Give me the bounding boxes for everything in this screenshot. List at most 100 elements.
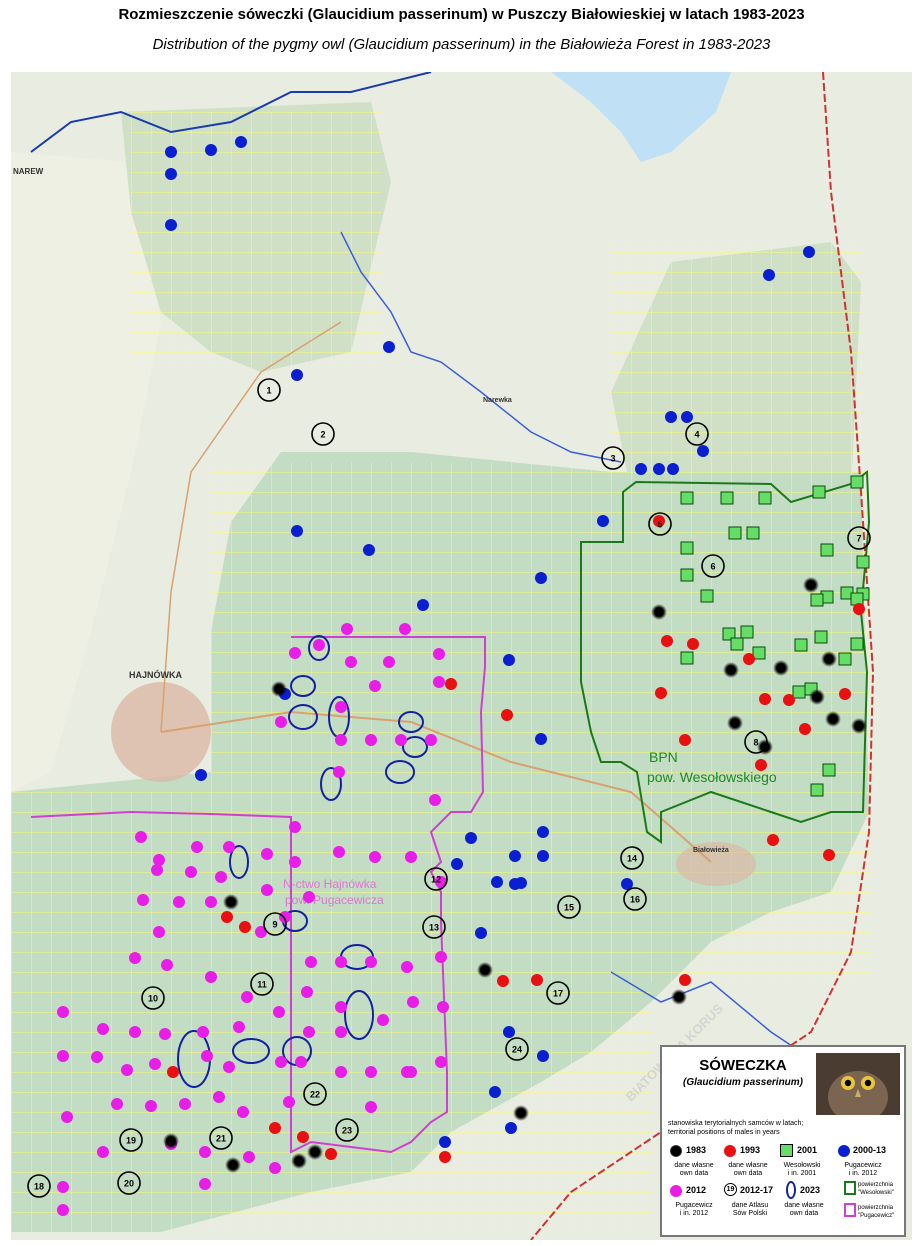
marker-2000-13-22: [535, 733, 547, 745]
marker-2001-3: [812, 485, 826, 499]
marker-2012-71: [275, 1056, 287, 1068]
atlas-site-label-18: 18: [34, 1182, 44, 1192]
marker-1983-1: [651, 604, 667, 620]
marker-2012-18: [135, 831, 147, 843]
marker-2000-13-11: [697, 445, 709, 457]
marker-2001-9: [856, 555, 870, 569]
marker-2012-8: [275, 716, 287, 728]
legend-label-2000-13: 2000-13: [853, 1145, 887, 1155]
marker-1993-7: [501, 709, 513, 721]
marker-2012-43: [435, 951, 447, 963]
marker-1993-3: [853, 603, 865, 615]
legend-note-1993: dane własne own data: [728, 1162, 768, 1177]
legend-label-2023: 2023: [800, 1185, 821, 1195]
marker-2000-13-26: [509, 850, 521, 862]
legend-note-2023: dane własne own data: [784, 1202, 824, 1217]
atlas-site-label-16: 16: [630, 895, 640, 905]
marker-2001-21: [794, 638, 808, 652]
marker-2001-2: [758, 491, 772, 505]
marker-2001-1: [720, 491, 734, 505]
marker-2012-61: [335, 1026, 347, 1038]
marker-1983-3: [809, 689, 825, 705]
marker-2000-13-0: [165, 146, 177, 158]
marker-1983-12: [477, 962, 493, 978]
label-narew: NAREW: [13, 167, 44, 176]
atlas-site-label-9: 9: [272, 920, 277, 930]
title-english: Distribution of the pygmy owl (Glaucidiu…: [152, 36, 771, 53]
label-narewka: Narewka: [483, 397, 512, 404]
marker-1993-4: [743, 653, 755, 665]
marker-2012-81: [365, 1101, 377, 1113]
marker-2012-10: [335, 701, 347, 713]
legend-symbol-2023: [786, 1181, 796, 1199]
legend-symbol-2012-17: 19: [724, 1183, 737, 1196]
legend-symbol-2000-13: [838, 1145, 850, 1157]
marker-2001-13: [810, 593, 824, 607]
marker-2012-19: [153, 854, 165, 866]
marker-2012-0: [341, 623, 353, 635]
marker-2012-62: [365, 1066, 377, 1078]
marker-1993-2: [687, 638, 699, 650]
legend-label-1983: 1983: [686, 1145, 707, 1155]
marker-2001-26: [792, 685, 806, 699]
marker-2000-13-30: [491, 876, 503, 888]
marker-1983-8: [825, 711, 841, 727]
marker-2012-14: [425, 734, 437, 746]
legend-symbol-2012: [670, 1185, 682, 1197]
label-bpn-2: pow. Wesołowskiego: [647, 769, 777, 785]
legend-label-2001: 2001: [797, 1145, 818, 1155]
marker-2012-53: [437, 1001, 449, 1013]
owl-photo: [816, 1053, 900, 1115]
marker-2012-85: [199, 1146, 211, 1158]
marker-1983-17: [291, 1153, 307, 1169]
marker-2012-3: [289, 647, 301, 659]
atlas-site-label-1: 1: [266, 386, 271, 396]
legend-desc-pl: stanowiska terytorialnych samców w latac…: [668, 1120, 804, 1127]
marker-2012-31: [261, 884, 273, 896]
marker-2012-39: [305, 956, 317, 968]
marker-1983-5: [723, 662, 739, 678]
marker-2000-13-2: [235, 136, 247, 148]
marker-2012-12: [365, 734, 377, 746]
marker-2001-7: [746, 526, 760, 540]
legend-note-area-pugacewicz: powierzchnia "Pugacewicz": [858, 1205, 895, 1219]
legend-symbol-area-pugacewicz: [844, 1203, 856, 1217]
marker-2012-6: [433, 648, 445, 660]
marker-2000-13-10: [681, 411, 693, 423]
title-polish: Rozmieszczenie sóweczki (Glaucidium pass…: [118, 6, 805, 23]
legend-note-2012: Pugacewicz i in. 2012: [675, 1202, 713, 1217]
marker-1993-1: [661, 635, 673, 647]
grid-overlay-south: [11, 792, 651, 1232]
marker-1983-15: [163, 1133, 179, 1149]
marker-2000-13-1: [205, 144, 217, 156]
marker-2012-2: [313, 639, 325, 651]
marker-2001-19: [730, 637, 744, 651]
atlas-site-label-2: 2: [320, 430, 325, 440]
marker-1983-13: [671, 989, 687, 1005]
marker-2000-13-12: [635, 463, 647, 475]
marker-1993-20: [679, 974, 691, 986]
marker-2001-0: [680, 491, 694, 505]
marker-2001-28: [822, 763, 836, 777]
marker-1983-11: [223, 894, 239, 910]
legend-title: SÓWECZKA: [699, 1057, 787, 1074]
atlas-site-label-19: 19: [126, 1136, 136, 1146]
marker-2012-17: [289, 821, 301, 833]
marker-2000-13-5: [383, 341, 395, 353]
marker-2012-86: [243, 1151, 255, 1163]
marker-1993-23: [297, 1131, 309, 1143]
marker-1983-14: [513, 1105, 529, 1121]
marker-2001-16: [700, 589, 714, 603]
marker-2001-15: [680, 568, 694, 582]
label-hajnowka-area-2: pow. Pugacewicza: [285, 893, 384, 907]
marker-1993-5: [655, 687, 667, 699]
label-hajnowka: HAJNÓWKA: [129, 669, 182, 680]
marker-2012-66: [91, 1051, 103, 1063]
marker-2012-24: [333, 846, 345, 858]
marker-2012-29: [185, 866, 197, 878]
legend-note-2012-17: dane Atlasu Sów Polski: [731, 1202, 769, 1217]
marker-2012-7: [433, 676, 445, 688]
marker-2012-72: [295, 1056, 307, 1068]
atlas-site-label-24: 24: [512, 1045, 522, 1055]
marker-2000-13-18: [535, 572, 547, 584]
